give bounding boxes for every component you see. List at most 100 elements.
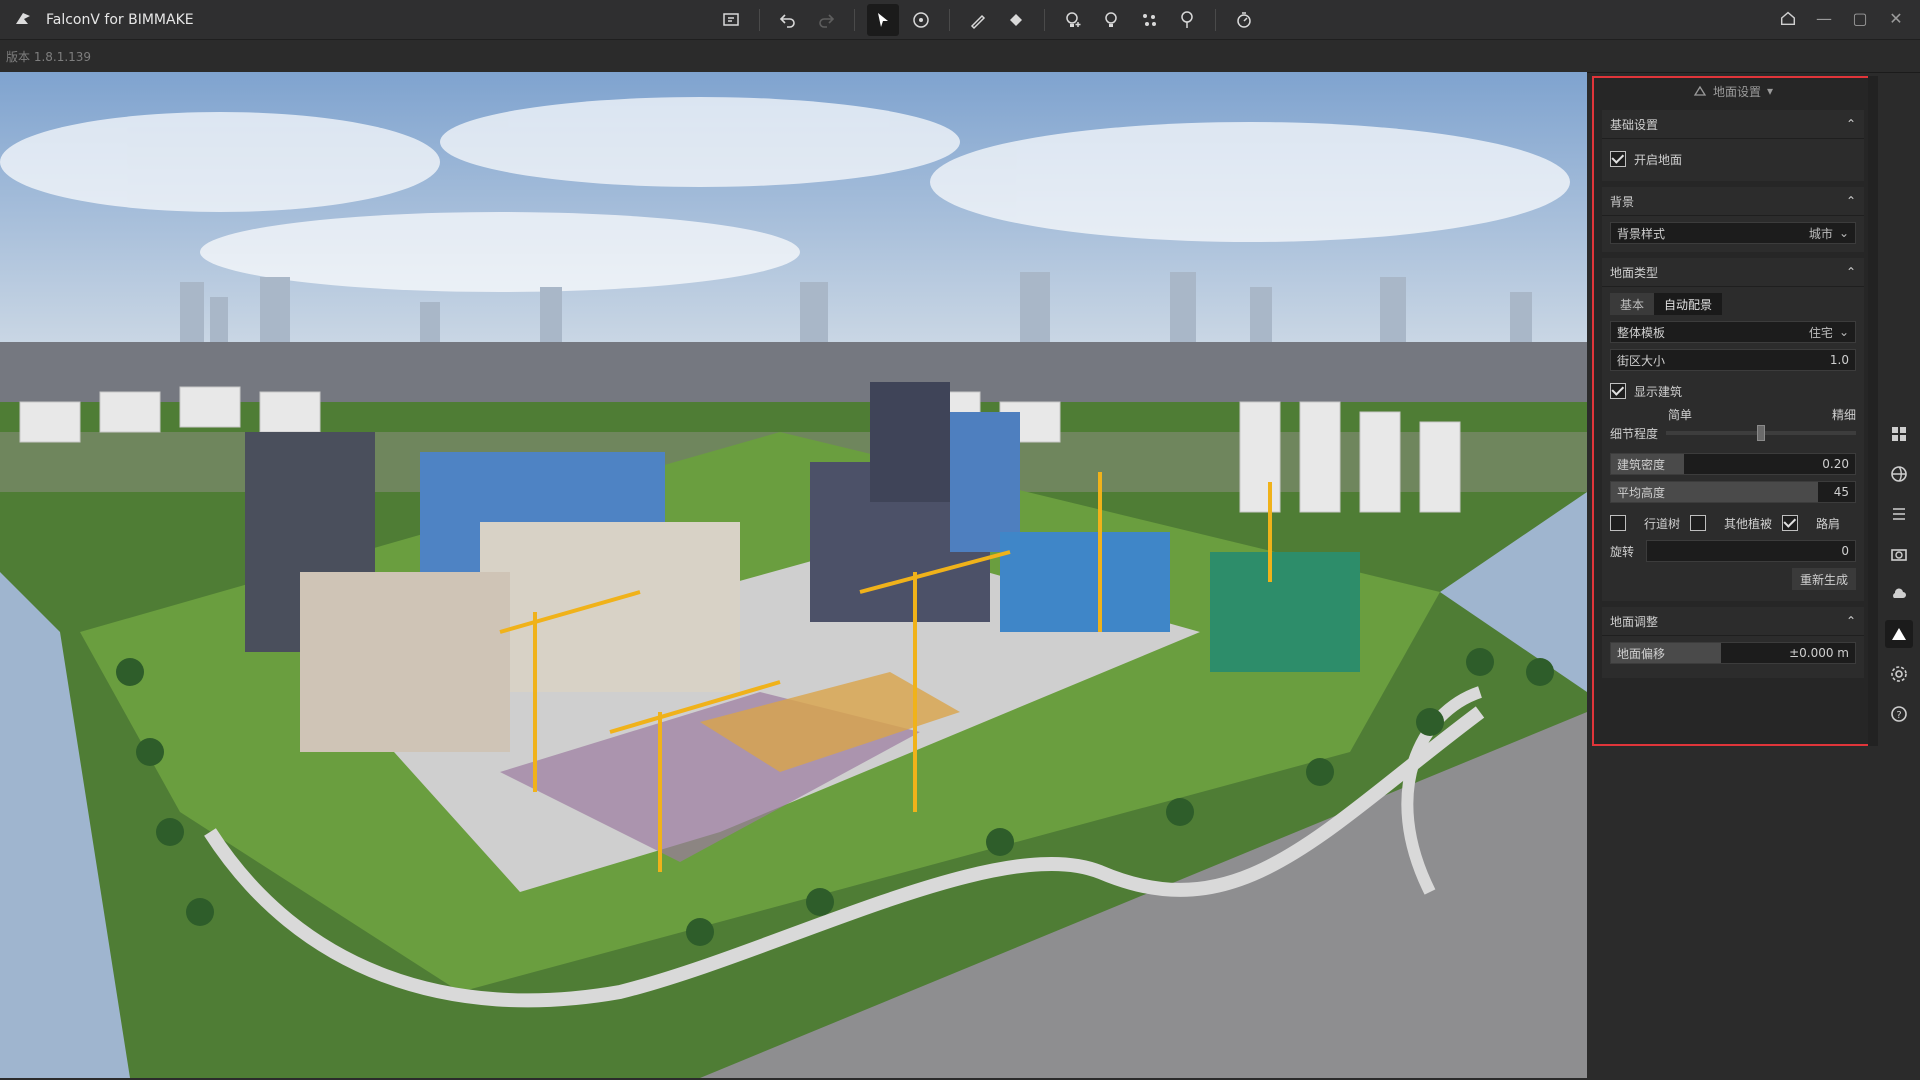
add-bulb-icon[interactable] — [1057, 4, 1089, 36]
section-ground-adjust: 地面调整 ⌃ 地面偏移 ±0.000 m — [1602, 607, 1864, 678]
tree-icon[interactable] — [1171, 4, 1203, 36]
maximize-button[interactable]: ▢ — [1846, 4, 1874, 32]
road-shoulder-checkbox[interactable] — [1782, 515, 1799, 531]
background-style-label: 背景样式 — [1617, 226, 1666, 241]
enable-ground-row[interactable]: 开启地面 — [1610, 145, 1856, 173]
regenerate-button[interactable]: 重新生成 — [1791, 568, 1856, 590]
chevron-down-icon: ⌄ — [1838, 226, 1849, 240]
panel-title: 地面设置 — [1712, 84, 1761, 99]
background-style-select[interactable]: 背景样式 城市 ⌄ — [1610, 222, 1856, 244]
rotation-value: 0 — [1841, 544, 1849, 558]
detail-simple-label: 简单 — [1668, 407, 1693, 422]
block-size-value: 1.0 — [1829, 353, 1849, 367]
detail-label: 细节程度 — [1610, 426, 1659, 441]
fill-icon[interactable] — [1000, 4, 1032, 36]
detail-slider-thumb[interactable] — [1757, 425, 1765, 441]
section-background-title: 背景 — [1610, 194, 1635, 209]
window-controls: — ▢ ✕ — [1774, 4, 1910, 32]
density-value: 0.20 — [1822, 457, 1849, 471]
ground-icon — [1693, 85, 1707, 96]
section-background: 背景 ⌃ 背景样式 城市 ⌄ — [1602, 187, 1864, 252]
settings-icon[interactable] — [1885, 660, 1913, 688]
density-label: 建筑密度 — [1617, 457, 1666, 472]
show-buildings-row[interactable]: 显示建筑 — [1610, 377, 1856, 405]
enable-ground-checkbox[interactable] — [1610, 151, 1626, 167]
layout-icon[interactable] — [715, 4, 747, 36]
background-style-value: 城市 — [1808, 226, 1833, 241]
main-toolbar — [715, 4, 1260, 36]
minimize-button[interactable]: — — [1810, 4, 1838, 32]
section-ground-adjust-title: 地面调整 — [1610, 614, 1659, 629]
street-tree-checkbox[interactable] — [1610, 515, 1626, 531]
ground-type-tabs: 基本 自动配景 — [1610, 293, 1856, 315]
help-icon[interactable]: ? — [1885, 700, 1913, 728]
pointer-icon[interactable] — [867, 4, 899, 36]
ground-offset-label: 地面偏移 — [1617, 646, 1666, 661]
rotation-field[interactable]: 0 — [1646, 540, 1856, 562]
chevron-up-icon: ⌃ — [1845, 614, 1856, 628]
chevron-up-icon: ⌃ — [1845, 265, 1856, 279]
show-buildings-checkbox[interactable] — [1610, 383, 1626, 399]
grid-icon[interactable] — [1885, 420, 1913, 448]
version-label: 版本 1.8.1.139 — [6, 49, 92, 64]
ground-icon[interactable] — [1885, 620, 1913, 648]
show-buildings-label: 显示建筑 — [1634, 384, 1683, 399]
block-size-field[interactable]: 街区大小 1.0 — [1610, 349, 1856, 371]
enable-ground-label: 开启地面 — [1634, 152, 1683, 167]
redo-icon[interactable] — [810, 4, 842, 36]
template-select[interactable]: 整体模板 住宅 ⌄ — [1610, 321, 1856, 343]
vegetation-checks: 行道树 其他植被 路肩 — [1610, 509, 1856, 537]
timer-icon[interactable] — [1228, 4, 1260, 36]
right-tool-strip: ? — [1878, 420, 1920, 728]
bulb-icon[interactable] — [1095, 4, 1127, 36]
tab-auto-scenery[interactable]: 自动配景 — [1654, 293, 1723, 315]
section-background-header[interactable]: 背景 ⌃ — [1602, 187, 1864, 216]
section-ground-type-header[interactable]: 地面类型 ⌃ — [1602, 258, 1864, 287]
panel-header: 地面设置 ▾ — [1594, 78, 1872, 104]
toolbar-separator — [1215, 9, 1216, 31]
street-tree-label: 行道树 — [1644, 516, 1681, 531]
camera-icon[interactable] — [1885, 540, 1913, 568]
3d-viewport[interactable] — [0, 72, 1587, 1078]
section-ground-adjust-header[interactable]: 地面调整 ⌃ — [1602, 607, 1864, 636]
other-plants-label: 其他植被 — [1724, 516, 1773, 531]
template-label: 整体模板 — [1617, 325, 1666, 340]
template-value: 住宅 — [1808, 325, 1833, 340]
app-logo-icon — [12, 9, 34, 31]
close-button[interactable]: ✕ — [1882, 4, 1910, 32]
detail-scale-labels: 简单 精细 — [1610, 405, 1856, 423]
height-field[interactable]: 平均高度 45 — [1610, 481, 1856, 503]
app-title: FalconV for BIMMAKE — [46, 11, 194, 28]
section-ground-type: 地面类型 ⌃ 基本 自动配景 整体模板 住宅 ⌄ 街区大小 1.0 显示建筑 简… — [1602, 258, 1864, 601]
scatter-icon[interactable] — [1133, 4, 1165, 36]
pen-icon[interactable] — [962, 4, 994, 36]
home-icon[interactable] — [1774, 4, 1802, 32]
list-icon[interactable] — [1885, 500, 1913, 528]
section-basic-header[interactable]: 基础设置 ⌃ — [1602, 110, 1864, 139]
section-basic: 基础设置 ⌃ 开启地面 — [1602, 110, 1864, 181]
svg-text:?: ? — [1896, 710, 1901, 721]
road-shoulder-label: 路肩 — [1816, 516, 1841, 531]
weather-icon[interactable] — [1885, 580, 1913, 608]
detail-slider-row: 细节程度 — [1610, 423, 1856, 443]
tab-basic[interactable]: 基本 — [1610, 293, 1655, 315]
toolbar-separator — [1044, 9, 1045, 31]
ground-offset-field[interactable]: 地面偏移 ±0.000 m — [1610, 642, 1856, 664]
ground-offset-value: ±0.000 m — [1789, 646, 1849, 660]
chevron-down-icon: ⌄ — [1838, 325, 1849, 339]
undo-icon[interactable] — [772, 4, 804, 36]
detail-slider[interactable] — [1666, 425, 1856, 441]
height-value: 45 — [1833, 485, 1849, 499]
ground-settings-panel: 地面设置 ▾ 基础设置 ⌃ 开启地面 背景 ⌃ 背景样式 城市 ⌄ 地面类型 ⌃… — [1592, 76, 1874, 746]
chevron-up-icon: ⌃ — [1845, 117, 1856, 131]
panel-scrollbar[interactable] — [1868, 76, 1878, 746]
orbit-icon[interactable] — [905, 4, 937, 36]
block-size-label: 街区大小 — [1617, 353, 1666, 368]
height-label: 平均高度 — [1617, 485, 1666, 500]
other-plants-checkbox[interactable] — [1690, 515, 1707, 531]
chevron-down-icon[interactable]: ▾ — [1767, 84, 1773, 98]
section-ground-type-title: 地面类型 — [1610, 265, 1659, 280]
globe-icon[interactable] — [1885, 460, 1913, 488]
app-window: FalconV for BIMMAKE — ▢ ✕ 版本 1.8.1.139 地… — [0, 0, 1920, 1080]
density-field[interactable]: 建筑密度 0.20 — [1610, 453, 1856, 475]
